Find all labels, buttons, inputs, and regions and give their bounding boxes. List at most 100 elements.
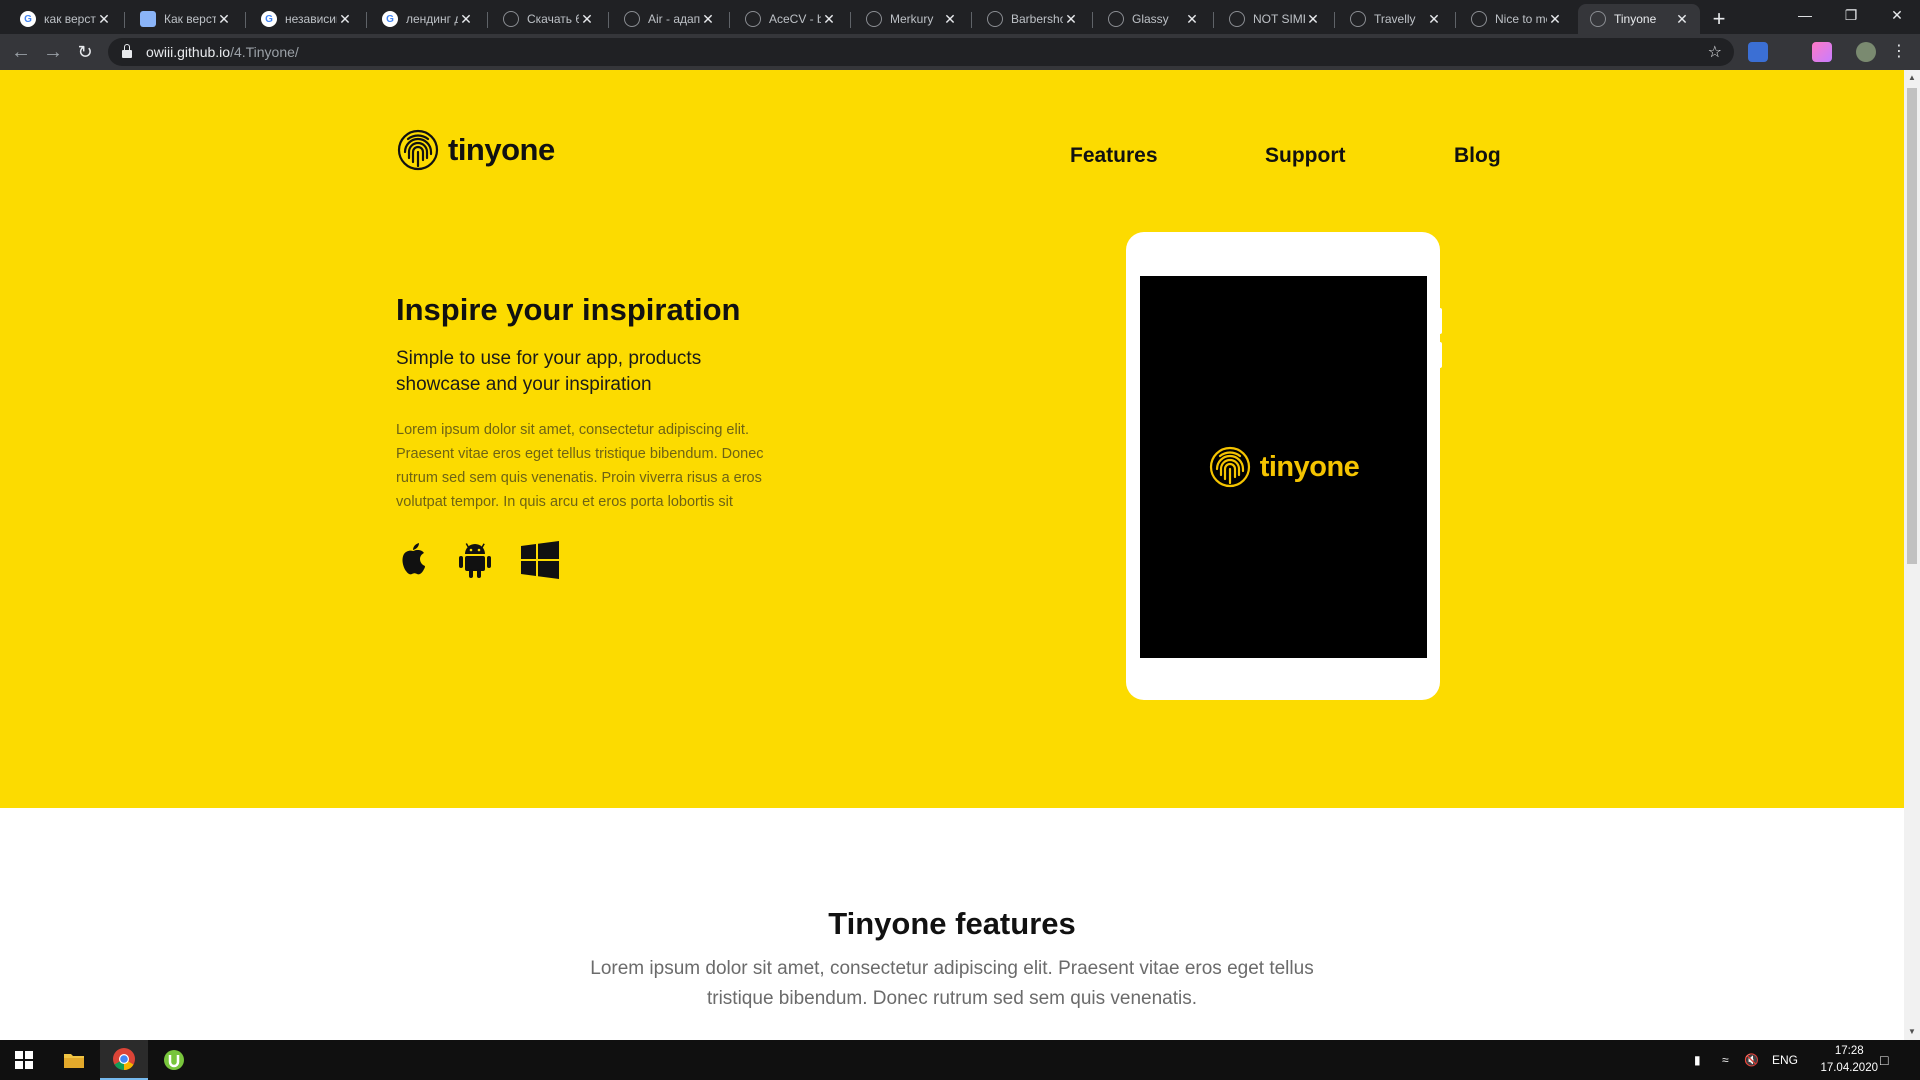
device-logo-text: tinyone: [1259, 450, 1360, 483]
globe-icon: [866, 11, 882, 27]
minimize-icon[interactable]: —: [1782, 0, 1828, 30]
tab-divider: [1334, 12, 1335, 28]
scroll-up-icon[interactable]: ▲: [1904, 70, 1920, 86]
tab-divider: [1092, 12, 1093, 28]
tab-divider: [366, 12, 367, 28]
url-text[interactable]: owiii.github.io/4.Tinyone/: [146, 44, 299, 60]
menu-kebab-icon[interactable]: ⋮: [1886, 39, 1912, 65]
tablet-side-button: [1438, 342, 1442, 368]
browser-tab[interactable]: Barbershop ✕: [975, 4, 1089, 34]
close-window-icon[interactable]: ✕: [1874, 0, 1920, 30]
features-text: Lorem ipsum dolor sit amet, consectetur …: [590, 958, 1314, 1009]
browser-tab-active[interactable]: Tinyone ✕: [1578, 4, 1700, 34]
close-tab-icon[interactable]: ✕: [216, 11, 232, 28]
close-tab-icon[interactable]: ✕: [1674, 11, 1690, 28]
tab-divider: [245, 12, 246, 28]
tab-divider: [1213, 12, 1214, 28]
close-tab-icon[interactable]: ✕: [700, 11, 716, 28]
site-logo[interactable]: tinyone: [396, 128, 555, 172]
browser-tab-strip: G как верстать ✕ Как верстать ✕ G незави…: [0, 0, 1920, 34]
close-tab-icon[interactable]: ✕: [821, 11, 837, 28]
system-clock[interactable]: 17:28 17.04.2020: [1820, 1043, 1878, 1077]
browser-tab[interactable]: Air - адапт ✕: [612, 4, 726, 34]
hero-title: Inspire your inspiration: [396, 292, 741, 327]
fingerprint-icon: [1209, 446, 1250, 488]
restore-icon[interactable]: ❐: [1828, 0, 1874, 30]
close-tab-icon[interactable]: ✕: [1305, 11, 1321, 28]
apple-icon[interactable]: [396, 540, 430, 580]
close-tab-icon[interactable]: ✕: [1547, 11, 1563, 28]
tab-divider: [729, 12, 730, 28]
back-icon[interactable]: ←: [8, 39, 34, 65]
close-tab-icon[interactable]: ✕: [458, 11, 474, 28]
file-explorer-icon[interactable]: [50, 1040, 98, 1080]
tab-divider: [487, 12, 488, 28]
browser-tab[interactable]: G независимый ✕: [249, 4, 363, 34]
nav-link-blog[interactable]: Blog: [1454, 144, 1501, 168]
notifications-icon[interactable]: □: [1880, 1040, 1888, 1080]
close-tab-icon[interactable]: ✕: [1426, 11, 1442, 28]
chrome-taskbar-icon[interactable]: [100, 1040, 148, 1080]
windows-icon[interactable]: [520, 540, 560, 580]
close-tab-icon[interactable]: ✕: [1063, 11, 1079, 28]
color-extension-icon[interactable]: [1812, 42, 1832, 62]
windows-taskbar: ▮ ≈ 🔇 ENG 17:28 17.04.2020 □: [0, 1040, 1920, 1080]
reload-icon[interactable]: ↻: [72, 39, 98, 65]
globe-icon: [1471, 11, 1487, 27]
browser-tab[interactable]: Merkury ✕: [854, 4, 968, 34]
globe-icon: [1590, 11, 1606, 27]
globe-icon: [1350, 11, 1366, 27]
close-tab-icon[interactable]: ✕: [942, 11, 958, 28]
forward-icon[interactable]: →: [40, 39, 66, 65]
browser-tab[interactable]: Travelly ✕: [1338, 4, 1452, 34]
lock-icon: [122, 44, 132, 58]
nav-link-features[interactable]: Features: [1070, 144, 1158, 168]
browser-tab[interactable]: Скачать 6 ✕: [491, 4, 605, 34]
browser-tab[interactable]: G лендинг для ✕: [370, 4, 484, 34]
profile-avatar[interactable]: [1856, 42, 1876, 62]
logo-text: tinyone: [448, 132, 555, 167]
new-tab-button[interactable]: +: [1706, 6, 1732, 32]
browser-tab[interactable]: G как верстать ✕: [8, 4, 122, 34]
features-title: Tinyone features: [828, 906, 1076, 941]
translate-extension-icon[interactable]: [1748, 42, 1768, 62]
tab-divider: [1455, 12, 1456, 28]
browser-tab[interactable]: Glassy ✕: [1096, 4, 1210, 34]
browser-tab[interactable]: Как верстать ✕: [128, 4, 242, 34]
tab-divider: [850, 12, 851, 28]
close-tab-icon[interactable]: ✕: [96, 11, 112, 28]
globe-icon: [1229, 11, 1245, 27]
tablet-screen: tinyone: [1140, 276, 1427, 658]
scrollbar-thumb[interactable]: [1907, 88, 1917, 564]
close-tab-icon[interactable]: ✕: [337, 11, 353, 28]
bookmark-star-icon[interactable]: ☆: [1708, 42, 1722, 62]
tab-divider: [608, 12, 609, 28]
hero-subtitle: Simple to use for your app, products sho…: [396, 348, 702, 395]
platform-icons: [396, 540, 560, 580]
scroll-down-icon[interactable]: ▼: [1904, 1024, 1920, 1040]
language-indicator[interactable]: ENG: [1772, 1040, 1798, 1080]
close-tab-icon[interactable]: ✕: [1184, 11, 1200, 28]
google-icon: G: [261, 11, 277, 27]
google-icon: G: [382, 11, 398, 27]
google-icon: G: [20, 11, 36, 27]
doc-icon: [140, 11, 156, 27]
page-scrollbar[interactable]: ▲ ▼: [1904, 70, 1920, 1040]
tab-divider: [124, 12, 125, 28]
browser-tab[interactable]: NOT SIMPLE ✕: [1217, 4, 1331, 34]
windows-start-icon[interactable]: [0, 1040, 48, 1080]
close-tab-icon[interactable]: ✕: [579, 11, 595, 28]
wifi-icon[interactable]: ≈: [1722, 1040, 1729, 1080]
nav-link-support[interactable]: Support: [1265, 144, 1345, 168]
globe-icon: [503, 11, 519, 27]
utorrent-icon[interactable]: [150, 1040, 198, 1080]
battery-icon[interactable]: ▮: [1694, 1040, 1701, 1080]
page-viewport: tinyone Features Support Blog Inspire yo…: [0, 70, 1904, 1040]
hero-section: tinyone Features Support Blog Inspire yo…: [0, 70, 1904, 808]
address-bar[interactable]: owiii.github.io/4.Tinyone/ ☆: [108, 38, 1734, 66]
android-icon[interactable]: [458, 540, 492, 580]
browser-tab[interactable]: Nice to meet ✕: [1459, 4, 1573, 34]
browser-tab[interactable]: AceCV - b ✕: [733, 4, 847, 34]
volume-muted-icon[interactable]: 🔇: [1744, 1040, 1759, 1080]
browser-toolbar: ← → ↻ owiii.github.io/4.Tinyone/ ☆ ⋮: [0, 34, 1920, 70]
